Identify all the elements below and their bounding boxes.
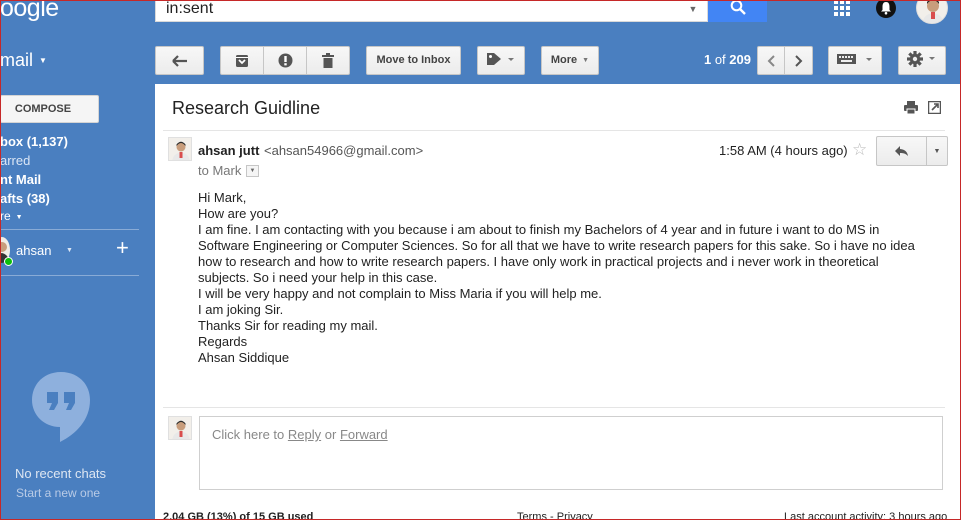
print-icon[interactable]	[904, 101, 918, 114]
reply-link[interactable]: Reply	[288, 427, 321, 442]
sidebar-item-sent-mail[interactable]: nt Mail	[0, 172, 41, 187]
sender-avatar[interactable]	[168, 137, 192, 161]
apps-grid-icon[interactable]	[834, 0, 850, 16]
hangouts-icon	[32, 372, 90, 442]
google-logo[interactable]: oogle	[0, 0, 59, 23]
account-avatar[interactable]	[916, 0, 948, 24]
search-input[interactable]	[155, 0, 708, 22]
report-spam-icon	[278, 53, 292, 68]
keyboard-icon	[837, 54, 872, 64]
more-actions-label: More	[550, 54, 578, 66]
body-line: I am fine. I am contacting with you beca…	[198, 222, 919, 285]
hangouts-user-name[interactable]: ahsan	[16, 243, 51, 258]
forward-link[interactable]: Forward	[340, 427, 388, 442]
delete-button[interactable]	[306, 46, 350, 75]
hangouts-caret-icon[interactable]: ▼	[66, 247, 73, 254]
body-line: Regards	[198, 334, 248, 349]
sidebar-item-starred[interactable]: arred	[0, 153, 30, 168]
reply-or-text: or	[324, 427, 337, 442]
sidebar-more-label: re	[0, 209, 11, 223]
input-tools-button[interactable]	[828, 46, 882, 75]
trash-icon	[322, 53, 334, 68]
sender-email: <ahsan54966@gmail.com>	[264, 143, 424, 158]
body-line: Hi Mark,	[198, 190, 247, 205]
archive-icon	[236, 54, 248, 67]
footer-links: Terms - Privacy	[517, 511, 593, 520]
move-to-inbox-button[interactable]: Move to Inbox	[366, 46, 461, 75]
notifications-bell-icon[interactable]	[876, 0, 896, 18]
pager-current: 1	[703, 52, 712, 67]
label-tag-icon	[487, 53, 514, 65]
sidebar-item-inbox[interactable]: box (1,137)	[0, 134, 68, 149]
labels-button[interactable]	[477, 46, 525, 75]
newer-button[interactable]	[757, 46, 785, 75]
mail-label: mail	[0, 50, 34, 70]
reply-divider	[163, 407, 945, 408]
mail-switcher[interactable]: mail ▼	[0, 50, 47, 71]
back-arrow-icon	[171, 54, 187, 67]
body-line: I will be very happy and not complain to…	[198, 286, 602, 301]
chevron-right-icon	[794, 54, 802, 67]
gear-icon	[907, 51, 935, 67]
sender-name[interactable]: ahsan jutt	[198, 143, 259, 158]
sidebar-divider	[0, 275, 139, 276]
caret-down-icon: ▼	[15, 214, 23, 221]
body-line: Ahsan Siddique	[198, 350, 290, 365]
message-pane: Research Guidline ahsan jutt <ahsan54966…	[155, 84, 961, 520]
chevron-down-icon: ▼	[39, 56, 47, 65]
terms-link[interactable]: Terms	[517, 511, 547, 520]
more-actions-button[interactable]: More ▼	[541, 46, 599, 75]
start-new-chat-link[interactable]: Start a new one	[16, 486, 100, 500]
more-reply-options-button[interactable]: ▼	[926, 136, 948, 166]
chevron-left-icon	[767, 54, 775, 67]
reply-avatar	[168, 416, 192, 440]
no-recent-chats-text: No recent chats	[15, 466, 107, 481]
search-options-caret-icon[interactable]: ▼	[686, 0, 700, 18]
dropdown-caret-icon: ▼	[582, 57, 590, 64]
search-button[interactable]	[708, 0, 767, 22]
new-chat-plus-icon[interactable]: +	[116, 236, 129, 260]
sidebar: mail ▼ COMPOSE box (1,137) arred nt Mail …	[0, 28, 155, 520]
reply-button[interactable]	[876, 136, 927, 166]
star-icon[interactable]: ☆	[852, 141, 867, 158]
reply-box[interactable]: Click here to Reply or Forward	[199, 416, 943, 490]
older-button[interactable]	[784, 46, 813, 75]
body-line: I am joking Sir.	[198, 302, 284, 317]
archive-button[interactable]	[220, 46, 264, 75]
back-button[interactable]	[155, 46, 204, 75]
online-status-dot	[4, 257, 13, 266]
message-body: Hi Mark, How are you? I am fine. I am co…	[198, 190, 918, 366]
subject-divider	[163, 130, 945, 131]
body-line: Thanks Sir for reading my mail.	[198, 318, 378, 333]
privacy-link[interactable]: Privacy	[557, 511, 593, 520]
pager-total: 209	[729, 52, 751, 67]
storage-usage[interactable]: 2.04 GB (13%) of 15 GB used	[163, 511, 313, 520]
last-account-activity: Last account activity: 3 hours ago	[784, 511, 948, 520]
footer-separator: -	[550, 511, 554, 520]
pager-of: of	[714, 52, 726, 67]
move-to-inbox-label: Move to Inbox	[376, 54, 451, 66]
search-icon	[730, 0, 746, 15]
sidebar-divider	[0, 229, 139, 230]
email-subject: Research Guidline	[172, 98, 321, 118]
sidebar-item-more[interactable]: re ▼	[0, 209, 23, 223]
top-bar: oogle ▼	[0, 0, 961, 28]
message-timestamp: 1:58 AM (4 hours ago)	[719, 143, 848, 158]
toolbar: Move to Inbox More ▼ 1 of 209	[155, 44, 961, 76]
sidebar-item-drafts[interactable]: afts (38)	[0, 191, 50, 206]
open-in-new-window-icon[interactable]	[928, 101, 941, 114]
body-line: How are you?	[198, 206, 279, 221]
report-spam-button[interactable]	[263, 46, 307, 75]
pager-count: 1 of 209	[675, 52, 751, 67]
settings-button[interactable]	[898, 46, 946, 75]
reply-prompt-text: Click here to	[212, 427, 285, 442]
show-details-caret-icon[interactable]: ▼	[246, 165, 259, 177]
compose-button[interactable]: COMPOSE	[0, 95, 99, 123]
reply-arrow-icon	[895, 146, 908, 156]
recipient-line: to Mark	[198, 163, 242, 178]
